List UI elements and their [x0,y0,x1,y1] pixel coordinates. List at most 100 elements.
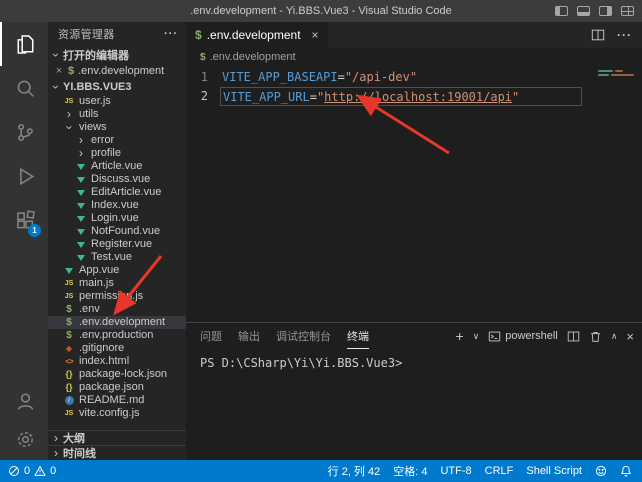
cursor-position[interactable]: 行 2, 列 42 [328,463,381,479]
tree-item[interactable]: .env [48,303,186,316]
split-editor-icon[interactable] [591,28,605,42]
tree-item[interactable]: package.json [48,381,186,394]
kill-terminal-trash-icon[interactable] [589,330,602,343]
chevron-right-icon [63,108,75,121]
tree-item[interactable]: index.html [48,355,186,368]
code-editor[interactable]: 1 VITE_APP_BASEAPI="/api-dev" 2 VITE_APP… [186,66,642,322]
chevron-down-icon: › [51,82,61,92]
settings-gear-icon[interactable] [0,420,48,458]
encoding-setting[interactable]: UTF-8 [440,465,471,477]
breadcrumb-filename: .env.development [210,51,296,63]
outline-section[interactable]: › 大纲 [48,430,186,445]
close-panel-icon[interactable]: × [626,329,634,344]
tree-item[interactable]: utils [48,108,186,121]
tree-item[interactable]: package-lock.json [48,368,186,381]
info-icon [63,396,75,405]
terminal-output[interactable]: PS D:\CSharp\Yi\Yi.BBS.Vue3> [186,349,642,460]
open-editor-item[interactable]: × $ .env.development [48,63,186,78]
panel-tab[interactable]: 输出 [238,323,260,349]
indentation-setting[interactable]: 空格: 4 [393,463,427,479]
vue-icon [75,255,87,261]
panel-tab[interactable]: 终端 [347,323,369,349]
tree-item[interactable]: Test.vue [48,251,186,264]
customize-layout-icon[interactable] [621,6,634,16]
breadcrumb[interactable]: $ .env.development [186,48,642,66]
maximize-panel-icon[interactable]: ∧ [611,331,618,342]
toggle-sidebar-icon[interactable] [555,6,568,16]
tree-item[interactable]: Login.vue [48,212,186,225]
code-line-2: 2 VITE_APP_URL="http://localhost:19001/a… [186,87,642,106]
vscode-window: .env.development - Yi.BBS.Vue3 - Visual … [0,0,642,482]
line-number: 1 [186,68,220,87]
tree-item[interactable]: .gitignore [48,342,186,355]
tree-item[interactable]: Register.vue [48,238,186,251]
vue-icon [75,203,87,209]
explorer-more-actions-icon[interactable]: ··· [164,28,178,40]
outline-label: 大纲 [63,430,85,446]
tree-item[interactable]: .env.production [48,329,186,342]
tree-item[interactable]: views [48,121,186,134]
toggle-secondary-sidebar-icon[interactable] [599,6,612,16]
shell-icon [63,329,75,342]
window-title: .env.development - Yi.BBS.Vue3 - Visual … [190,5,452,17]
source-control-icon[interactable] [0,110,48,154]
error-count: 0 [24,465,30,477]
url-link[interactable]: http://localhost:19001/api [324,90,512,104]
html-icon [63,355,75,368]
language-mode[interactable]: Shell Script [526,465,582,477]
tree-item[interactable]: EditArticle.vue [48,186,186,199]
warning-count: 0 [50,465,56,477]
tree-item[interactable]: error [48,134,186,147]
panel-tab[interactable]: 问题 [200,323,222,349]
warning-icon [34,465,46,477]
tree-item[interactable]: permission.js [48,290,186,303]
timeline-label: 时间线 [63,445,96,460]
tree-item[interactable]: README.md [48,394,186,407]
terminal-dropdown-icon[interactable]: ∨ [473,331,480,342]
panel-tab[interactable]: 调试控制台 [276,323,331,349]
tree-item[interactable]: .env.development [48,316,186,329]
tree-item[interactable]: Discuss.vue [48,173,186,186]
feedback-smiley-icon[interactable] [595,465,607,477]
terminal-prompt: PS D:\CSharp\Yi\Yi.BBS.Vue3> [200,356,402,370]
chevron-down-icon [63,122,76,134]
shell-name: powershell [505,330,558,342]
assignment-operator: = [310,90,317,104]
js-icon [63,277,75,290]
vue-icon [75,216,87,222]
new-terminal-icon[interactable]: + [455,329,463,343]
search-icon[interactable] [0,66,48,110]
tree-item[interactable]: profile [48,147,186,160]
minimap[interactable] [594,68,642,138]
chevron-right-icon: › [51,433,61,443]
assignment-operator: = [338,70,345,84]
extensions-icon[interactable]: 1 [0,198,48,242]
close-icon[interactable]: × [54,65,64,77]
run-debug-icon[interactable] [0,154,48,198]
line-number: 2 [186,87,220,106]
tree-item[interactable]: App.vue [48,264,186,277]
notifications-bell-icon[interactable] [620,465,632,477]
tree-item[interactable]: NotFound.vue [48,225,186,238]
tab-env-development[interactable]: $ .env.development × [186,22,328,48]
problems-status[interactable]: 0 0 [8,465,56,477]
tab-close-icon[interactable]: × [312,28,319,42]
timeline-section[interactable]: › 时间线 [48,445,186,460]
tree-item[interactable]: Index.vue [48,199,186,212]
toggle-panel-icon[interactable] [577,6,590,16]
tree-item[interactable]: main.js [48,277,186,290]
tree-item[interactable]: Article.vue [48,160,186,173]
split-terminal-icon[interactable] [567,330,580,343]
eol-setting[interactable]: CRLF [485,465,514,477]
open-editors-section[interactable]: › 打开的编辑器 [48,46,186,63]
tree-item[interactable]: vite.config.js [48,407,186,420]
project-name: YI.BBS.VUE3 [63,81,131,93]
explorer-icon[interactable] [0,22,48,66]
editor-more-actions-icon[interactable]: ··· [617,28,632,42]
vue-icon [75,229,87,235]
shell-icon [63,303,75,316]
project-section-header[interactable]: › YI.BBS.VUE3 [48,78,186,95]
terminal-instance-powershell[interactable]: powershell [488,330,558,343]
title-bar: .env.development - Yi.BBS.Vue3 - Visual … [0,0,642,22]
account-icon[interactable] [0,382,48,420]
